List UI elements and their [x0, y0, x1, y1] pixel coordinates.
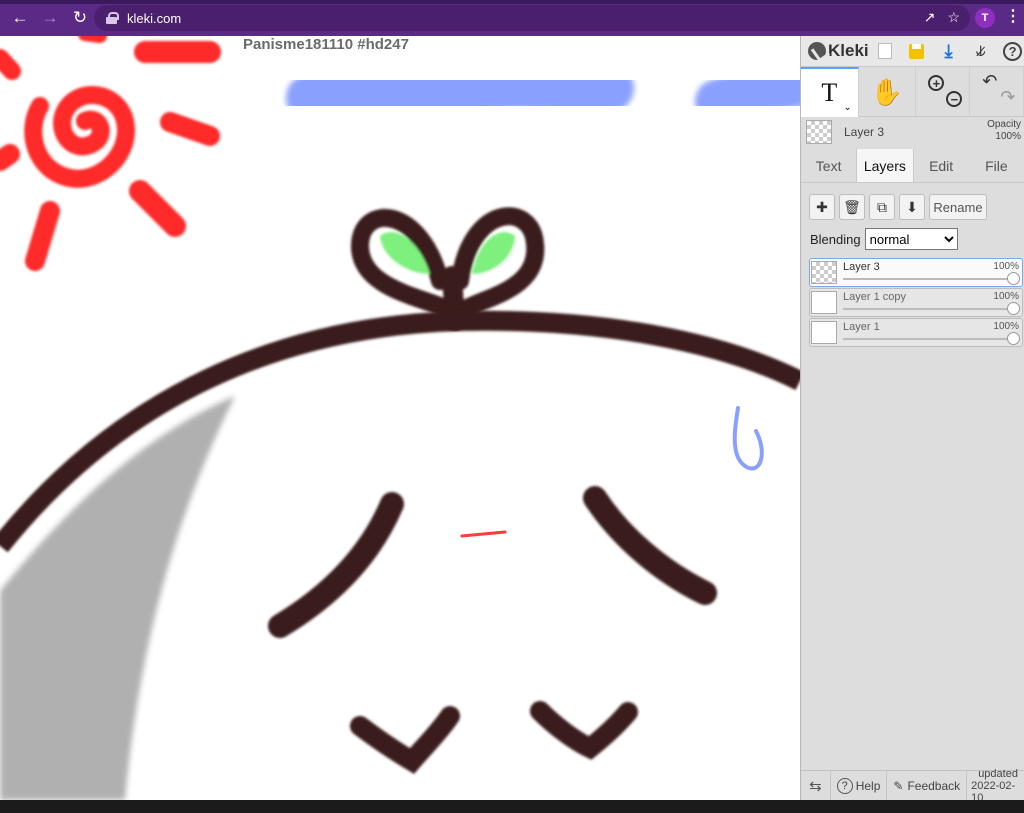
zoom-out-icon[interactable]: −	[946, 91, 963, 107]
layer-name: Layer 1 copy	[843, 291, 906, 303]
layer-opacity-track[interactable]	[843, 278, 1016, 280]
url-text: kleki.com	[127, 10, 182, 26]
forward-icon[interactable]: →	[37, 5, 63, 31]
panel-tabs: Text Layers Edit File	[801, 149, 1024, 183]
tab-layers[interactable]: Layers	[856, 149, 914, 182]
share-page-icon[interactable]: ↗	[924, 9, 936, 26]
address-bar[interactable]: kleki.com ↗ ☆	[94, 5, 970, 31]
hand-tool[interactable]: ✋	[859, 67, 917, 117]
feedback-button[interactable]: ✎ Feedback	[886, 770, 966, 801]
blending-label: Blending	[810, 231, 861, 247]
zoom-in-icon[interactable]: +	[928, 75, 945, 91]
body-shadow	[0, 396, 235, 800]
layer-thumbnail	[811, 261, 837, 284]
kleki-side-panel: Kleki ⤓ ⫝̸ ? T ⌄ ✋ + − ↶ ↷ Layer 3 Opacit…	[800, 36, 1024, 804]
brand-bar: Kleki ⤓ ⫝̸ ?	[801, 36, 1024, 67]
help-label: Help	[855, 778, 881, 793]
updated-info[interactable]: updated 2022-02-10	[966, 767, 1024, 804]
opacity-label: Opacity	[987, 119, 1021, 130]
redo-icon[interactable]: ↷	[1000, 87, 1015, 108]
updated-label: updated	[978, 767, 1018, 780]
brand-name: Kleki	[828, 41, 869, 60]
sun-drawing	[0, 36, 221, 271]
layer-opacity-slider[interactable]	[1007, 302, 1020, 315]
text-tool[interactable]: T ⌄	[801, 67, 859, 117]
duplicate-layer-icon[interactable]: ⧉	[869, 194, 895, 220]
layer-opacity: 100%	[993, 261, 1019, 272]
delete-layer-icon[interactable]: 🗑	[839, 194, 865, 220]
tab-text[interactable]: Text	[801, 149, 856, 182]
layer-name: Layer 3	[843, 261, 880, 273]
merge-down-icon[interactable]: ⬇	[899, 194, 925, 220]
help-button[interactable]: ? Help	[829, 770, 887, 801]
canvas-title: Panisme181110 #hd247	[243, 36, 409, 53]
opacity-value: 100%	[995, 131, 1021, 142]
lock-icon	[106, 12, 119, 24]
chevron-down-icon[interactable]: ⌄	[843, 102, 851, 113]
panel-footer: ⇆ ? Help ✎ Feedback updated 2022-02-10	[801, 767, 1024, 804]
current-layer-thumbnail	[806, 120, 832, 144]
sweat-drop	[732, 406, 764, 471]
layer-opacity-track[interactable]	[843, 308, 1016, 310]
tab-file[interactable]: File	[969, 149, 1024, 182]
current-layer-info: Layer 3 Opacity 100%	[801, 117, 1024, 147]
bookmark-star-icon[interactable]: ☆	[947, 9, 960, 26]
new-image-icon[interactable]	[869, 36, 901, 67]
share-icon[interactable]: ⫝̸	[965, 36, 997, 67]
layer-opacity-track[interactable]	[843, 338, 1016, 340]
layer-item[interactable]: Layer 3 100%	[809, 258, 1023, 287]
face-drawing	[268, 486, 717, 774]
back-icon[interactable]: ←	[7, 5, 33, 31]
feedback-icon: ✎	[893, 778, 904, 793]
kleki-brand[interactable]: Kleki	[801, 41, 869, 61]
blending-select[interactable]: normal	[864, 228, 958, 250]
canvas-drawing	[0, 36, 800, 800]
blending-row: Blending normal	[801, 220, 1024, 250]
drawing-canvas[interactable]: Panisme181110 #hd247	[0, 36, 800, 800]
text-tool-icon: T	[821, 78, 838, 107]
layer-thumbnail	[811, 291, 837, 314]
download-icon[interactable]: ⤓	[933, 36, 965, 67]
swap-side-icon[interactable]: ⇆	[801, 777, 830, 795]
profile-avatar[interactable]: T	[975, 8, 995, 28]
os-taskbar	[0, 800, 1024, 813]
undo-redo-controls: ↶ ↷	[970, 67, 1024, 117]
zoom-controls: + −	[916, 67, 971, 117]
feedback-label: Feedback	[907, 778, 961, 793]
sprout-drawing	[350, 207, 545, 331]
save-icon[interactable]	[901, 36, 933, 67]
browser-menu-icon[interactable]: ⋮	[1005, 6, 1021, 26]
rename-button[interactable]: Rename	[929, 194, 987, 220]
help-icon[interactable]: ?	[997, 36, 1024, 67]
layer-thumbnail	[811, 321, 837, 344]
layer-item[interactable]: Layer 1 copy 100%	[809, 288, 1023, 317]
blush-mark	[460, 530, 507, 538]
reload-icon[interactable]: ↻	[67, 5, 93, 31]
layer-opacity-slider[interactable]	[1007, 332, 1020, 345]
tab-strip	[0, 0, 1024, 4]
opacity-readout: Opacity 100%	[987, 119, 1021, 143]
layer-actions: ✚ 🗑 ⧉ ⬇ Rename	[801, 183, 1024, 220]
layer-opacity-slider[interactable]	[1007, 272, 1020, 285]
question-icon: ?	[836, 777, 853, 794]
layer-item[interactable]: Layer 1 100%	[809, 318, 1023, 347]
layer-list: Layer 3 100% Layer 1 copy 100% Layer 1 1…	[801, 250, 1024, 347]
layer-name: Layer 1	[843, 321, 880, 333]
browser-toolbar: ← → ↻ kleki.com ↗ ☆ T ⋮	[0, 0, 1024, 36]
add-layer-icon[interactable]: ✚	[809, 194, 835, 220]
layer-opacity: 100%	[993, 291, 1019, 302]
hand-icon: ✋	[870, 76, 904, 107]
undo-icon[interactable]: ↶	[982, 71, 997, 92]
layer-opacity: 100%	[993, 321, 1019, 332]
cloud-drawing	[286, 61, 800, 125]
tool-row: T ⌄ ✋ + − ↶ ↷	[801, 67, 1024, 117]
tab-edit[interactable]: Edit	[914, 149, 969, 182]
current-layer-name: Layer 3	[844, 125, 885, 139]
kleki-logo-icon	[808, 42, 826, 60]
